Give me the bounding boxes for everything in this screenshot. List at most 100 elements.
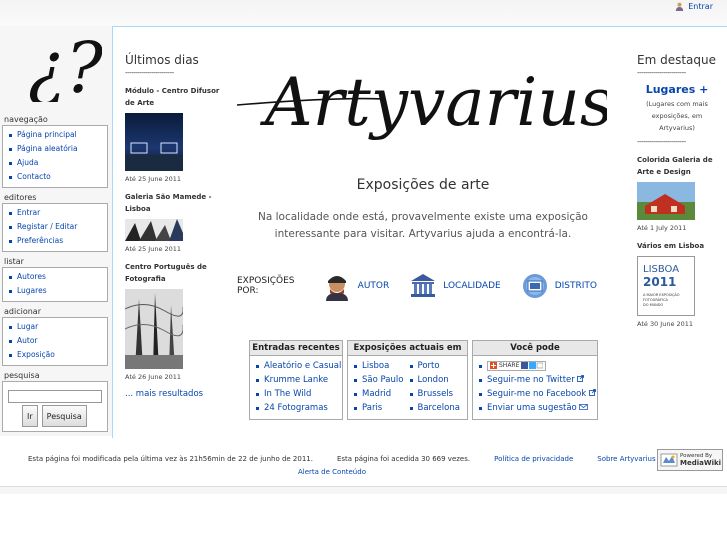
nav-ajuda[interactable]: Ajuda <box>9 156 103 170</box>
recent-entry-link[interactable]: 24 Fotogramas <box>254 401 338 415</box>
portlet-title: pesquisa <box>4 371 40 380</box>
nav-contacto[interactable]: Contacto <box>9 170 103 184</box>
page-subtitle: Exposições de arte <box>356 177 490 193</box>
recent-entry-link[interactable]: Aleatório e Casual <box>254 359 341 373</box>
nav-pagina-aleatoria[interactable]: Página aleatória <box>9 142 103 156</box>
recent-entry-link[interactable]: Krumme Lanke <box>254 373 338 387</box>
adicionar-autor[interactable]: Autor <box>9 334 103 348</box>
listar-lugares[interactable]: Lugares <box>9 284 103 298</box>
featured-date: Até 1 July 2011 <box>637 224 687 232</box>
nav-pagina-principal[interactable]: Página principal <box>9 128 103 142</box>
adicionar-lugar[interactable]: Lugar <box>9 320 103 334</box>
ultimos-dias-column: Últimos dias ------------------------ Mó… <box>125 53 225 399</box>
search-input[interactable] <box>8 390 102 403</box>
featured-thumbnail[interactable]: LISBOA 2011 A MAIOR EXPOSIÇÃO FOTOGRÁFIC… <box>637 256 695 316</box>
site-logo[interactable]: ¿? <box>24 26 102 102</box>
district-icon <box>522 274 547 298</box>
share-label: SHARE <box>499 361 520 369</box>
exhibition-thumbnail[interactable] <box>125 219 183 241</box>
editores-registar[interactable]: Registar / Editar <box>9 220 103 234</box>
logo-text: ¿? <box>28 27 102 102</box>
recent-entries-title: Entradas recentes <box>250 341 342 356</box>
share-plus-icon <box>490 362 497 369</box>
poster-line: DO MUNDO <box>643 303 663 307</box>
by-district-link[interactable]: DISTRITO <box>521 272 597 300</box>
go-button[interactable]: Ir <box>22 405 38 427</box>
editores-preferencias[interactable]: Preferências <box>9 234 103 248</box>
facebook-follow-link[interactable]: Seguir-me no Facebook <box>477 387 596 401</box>
intro-text: Na localidade onde está, provavelmente e… <box>258 211 588 240</box>
recent-entries-box: Entradas recentes Aleatório e Casual Kru… <box>249 340 343 420</box>
user-icon <box>676 2 684 11</box>
exhibition-title-link[interactable]: Galeria São Mamede - Lisboa <box>125 191 225 215</box>
send-suggestion-label[interactable]: Enviar uma sugestão <box>487 403 577 413</box>
exhibition-thumbnail[interactable] <box>125 113 183 171</box>
building-icon <box>411 274 436 297</box>
recent-entry-link[interactable]: In The Wild <box>254 387 338 401</box>
content-area: Últimos dias ------------------------ Mó… <box>112 26 727 438</box>
editores-entrar[interactable]: Entrar <box>9 206 103 220</box>
facebook-follow-label[interactable]: Seguir-me no Facebook <box>487 389 586 399</box>
footer: Esta página foi modificada pela última v… <box>0 440 727 486</box>
main-center: Artyvarius Exposições de arte Na localid… <box>233 27 613 439</box>
by-author-label[interactable]: AUTOR <box>358 281 390 291</box>
exhibitions-by: EXPOSIÇÕES POR: AUTOR LOCALIDADE DISTRIT… <box>237 271 617 301</box>
featured-thumbnail[interactable] <box>637 182 695 220</box>
city-link[interactable]: Madrid <box>352 387 408 401</box>
mediawiki-logo-icon <box>660 453 678 467</box>
login-link[interactable]: Entrar <box>675 2 713 11</box>
by-district-label[interactable]: DISTRITO <box>555 281 597 291</box>
privacy-link[interactable]: Política de privacidade <box>494 455 573 463</box>
city-link[interactable]: Lisboa <box>352 359 408 373</box>
more-results-link[interactable]: ... mais resultados <box>125 389 225 399</box>
listar-autores[interactable]: Autores <box>9 270 103 284</box>
by-locality-link[interactable]: LOCALIDADE <box>409 273 501 299</box>
send-suggestion-link[interactable]: Enviar uma sugestão <box>477 401 593 415</box>
city-link[interactable]: Porto <box>408 359 464 373</box>
login-label[interactable]: Entrar <box>688 2 713 11</box>
lugares-description: (Lugares com mais exposições, em Artyvar… <box>646 100 708 132</box>
city-link[interactable]: Barcelona <box>408 401 464 415</box>
poster-line: FOTOGRÁFICA <box>643 297 669 302</box>
content-alert-link[interactable]: Alerta de Conteúdo <box>298 468 366 476</box>
exhibition-title-link[interactable]: Módulo - Centro Difusor de Arte <box>125 85 225 109</box>
brand-text: Artyvarius <box>259 64 607 141</box>
featured-title-link[interactable]: Vários em Lisboa <box>637 240 717 252</box>
top-bar: Entrar <box>0 0 727 26</box>
about-link[interactable]: Sobre Artyvarius <box>597 455 655 463</box>
divider: ------------------------ <box>637 69 686 77</box>
exhibition-title-link[interactable]: Centro Português de Fotografia <box>125 261 225 285</box>
you-can-title: Você pode <box>473 341 597 356</box>
badge-mediawiki: MediaWiki <box>680 458 722 467</box>
share-button[interactable]: SHARE <box>487 360 547 371</box>
twitter-follow-label[interactable]: Seguir-me no Twitter <box>487 375 575 385</box>
featured-date: Até 30 June 2011 <box>637 320 694 328</box>
em-destaque-column: Em destaque ------------------------ Lug… <box>637 53 717 336</box>
ultimos-heading: Últimos dias <box>125 53 199 67</box>
you-can-box: Você pode SHARE Seguir-me no Twitter Seg… <box>472 340 598 420</box>
exhibitions-by-label: EXPOSIÇÕES POR: <box>237 276 295 296</box>
twitter-follow-link[interactable]: Seguir-me no Twitter <box>477 373 593 387</box>
city-link[interactable]: São Paulo <box>352 373 408 387</box>
search-button[interactable]: Pesquisa <box>41 405 87 427</box>
lugares-plus-link[interactable]: Lugares + <box>637 83 717 96</box>
portlet-title: listar <box>4 257 24 266</box>
adicionar-exposicao[interactable]: Exposição <box>9 348 103 362</box>
city-link[interactable]: Paris <box>352 401 408 415</box>
destaque-heading: Em destaque <box>637 53 717 67</box>
exhibition-date: Até 25 June 2011 <box>125 245 182 253</box>
by-locality-label[interactable]: LOCALIDADE <box>443 281 500 291</box>
author-icon <box>325 276 348 301</box>
external-link-icon <box>577 375 585 382</box>
share-row: SHARE <box>477 359 593 373</box>
city-link[interactable]: Brussels <box>408 387 464 401</box>
current-exhibitions-title: Exposições actuais em <box>348 341 467 356</box>
mediawiki-badge[interactable]: Powered By MediaWiki <box>657 449 723 471</box>
portlet-title: adicionar <box>4 307 41 316</box>
exhibition-thumbnail[interactable] <box>125 289 183 369</box>
divider: ------------------------ <box>637 138 686 146</box>
external-link-icon <box>589 389 596 396</box>
featured-title-link[interactable]: Colorida Galeria de Arte e Design <box>637 154 717 178</box>
by-author-link[interactable]: AUTOR <box>322 271 390 301</box>
city-link[interactable]: London <box>408 373 464 387</box>
